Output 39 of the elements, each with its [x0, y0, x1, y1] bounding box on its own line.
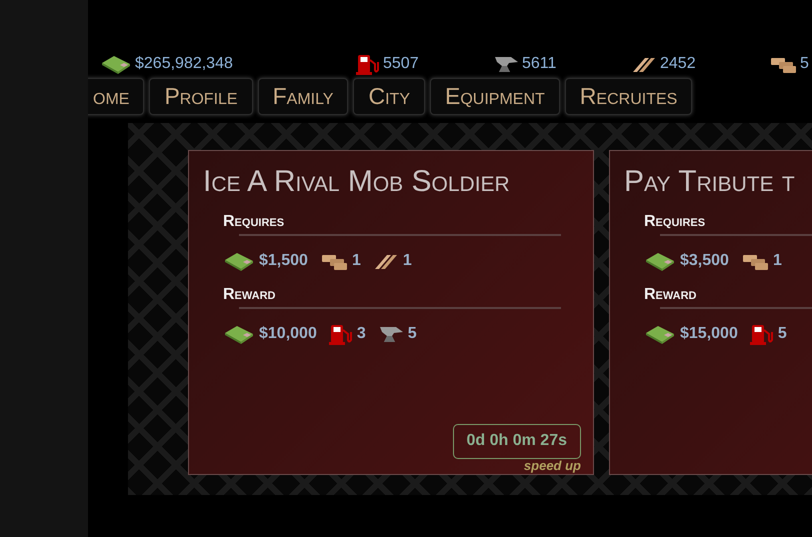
anvil-icon: [493, 54, 519, 74]
amount-text: $10,000: [259, 325, 317, 343]
amount-text: 1: [402, 252, 412, 270]
cash-icon: [223, 250, 255, 272]
timer-button[interactable]: 0d 0h 0m 27s: [452, 424, 581, 459]
nav-tab[interactable]: Family: [258, 78, 348, 115]
cash-icon: [100, 53, 132, 75]
resource-count: 5611: [522, 55, 556, 73]
section-heading: Reward: [223, 286, 276, 304]
fuel-pump-icon: [750, 323, 774, 345]
fuel-pump-icon: [328, 323, 353, 345]
cash-icon: [644, 323, 676, 345]
mission-title: Ice A Rival Mob Soldier: [203, 165, 511, 199]
resource-count: 2452: [660, 55, 696, 73]
section-heading: Requires: [644, 213, 706, 231]
resource-count: $265,982,348: [135, 55, 233, 73]
amount-text: 5: [408, 325, 417, 343]
amount-text: $3,500: [680, 252, 729, 270]
resource-count: 5507: [383, 55, 419, 73]
nav-tab[interactable]: ome: [88, 78, 144, 115]
cash-icon: [644, 250, 676, 272]
resource-count: 5: [800, 55, 809, 73]
section-heading: Reward: [644, 286, 698, 304]
cash-icon: [223, 323, 255, 345]
section-heading: Requires: [223, 213, 286, 231]
anvil-icon: [378, 324, 404, 344]
amount-text: 5: [778, 325, 787, 343]
mission-title: Pay Tribute t: [624, 165, 796, 199]
speed-up-link[interactable]: speed up: [522, 459, 583, 473]
amount-text: $15,000: [680, 325, 738, 343]
fuel-pump-icon: [356, 53, 380, 75]
amount-text: 1: [352, 252, 361, 270]
amount-text: 1: [772, 252, 782, 270]
nav-tab[interactable]: City: [353, 78, 425, 115]
nav-tab[interactable]: Recruites: [564, 78, 692, 115]
amount-text: 3: [356, 325, 366, 343]
nav-tab[interactable]: Equipment: [430, 78, 560, 115]
nav-tab[interactable]: Profile: [149, 78, 253, 115]
amount-text: $1,500: [259, 252, 308, 270]
